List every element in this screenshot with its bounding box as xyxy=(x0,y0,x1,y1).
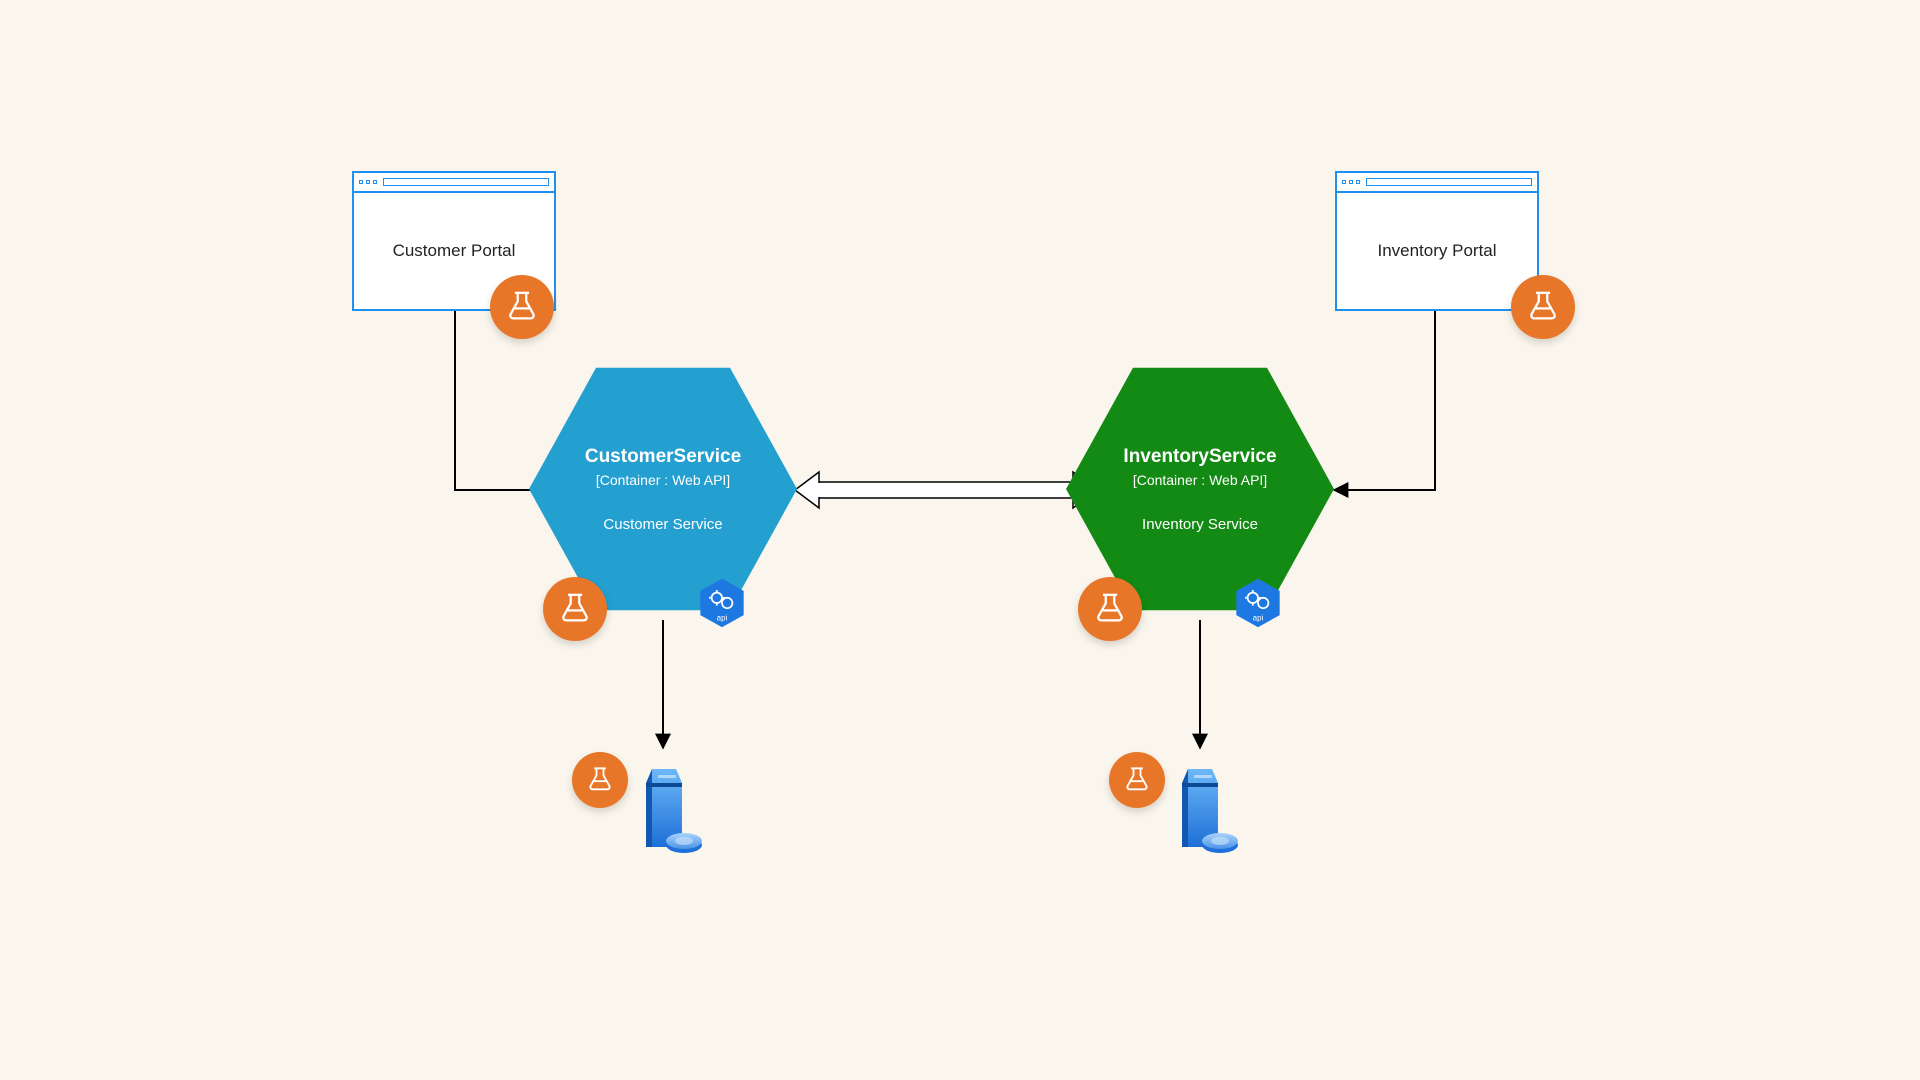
node-desc: Inventory Service xyxy=(1142,516,1258,533)
database-icon xyxy=(1160,765,1240,855)
node-title: CustomerService xyxy=(585,446,741,468)
database-icon xyxy=(624,765,704,855)
window-control-icon xyxy=(1356,180,1360,184)
arrow-layer xyxy=(0,0,1920,1080)
node-subtitle: [Container : Web API] xyxy=(1133,472,1267,488)
beaker-icon xyxy=(490,275,554,339)
api-icon: api xyxy=(1232,577,1284,629)
window-control-icon xyxy=(359,180,363,184)
node-desc: Customer Service xyxy=(603,516,722,533)
diagram-canvas: Customer Portal Inventory Portal Custome… xyxy=(0,0,1920,1080)
api-icon: api xyxy=(696,577,748,629)
browser-header xyxy=(1337,173,1537,193)
beaker-icon xyxy=(1109,752,1165,808)
window-control-icon xyxy=(1349,180,1353,184)
svg-text:api: api xyxy=(717,613,728,622)
address-bar-icon xyxy=(1366,178,1532,186)
beaker-icon xyxy=(572,752,628,808)
address-bar-icon xyxy=(383,178,549,186)
window-control-icon xyxy=(366,180,370,184)
inventory-portal: Inventory Portal xyxy=(1335,171,1539,311)
node-subtitle: [Container : Web API] xyxy=(596,472,730,488)
node-title: InventoryService xyxy=(1123,446,1276,468)
svg-text:api: api xyxy=(1253,613,1264,622)
window-control-icon xyxy=(1342,180,1346,184)
beaker-icon xyxy=(543,577,607,641)
window-control-icon xyxy=(373,180,377,184)
beaker-icon xyxy=(1511,275,1575,339)
beaker-icon xyxy=(1078,577,1142,641)
browser-header xyxy=(354,173,554,193)
portal-label: Inventory Portal xyxy=(1337,193,1537,309)
